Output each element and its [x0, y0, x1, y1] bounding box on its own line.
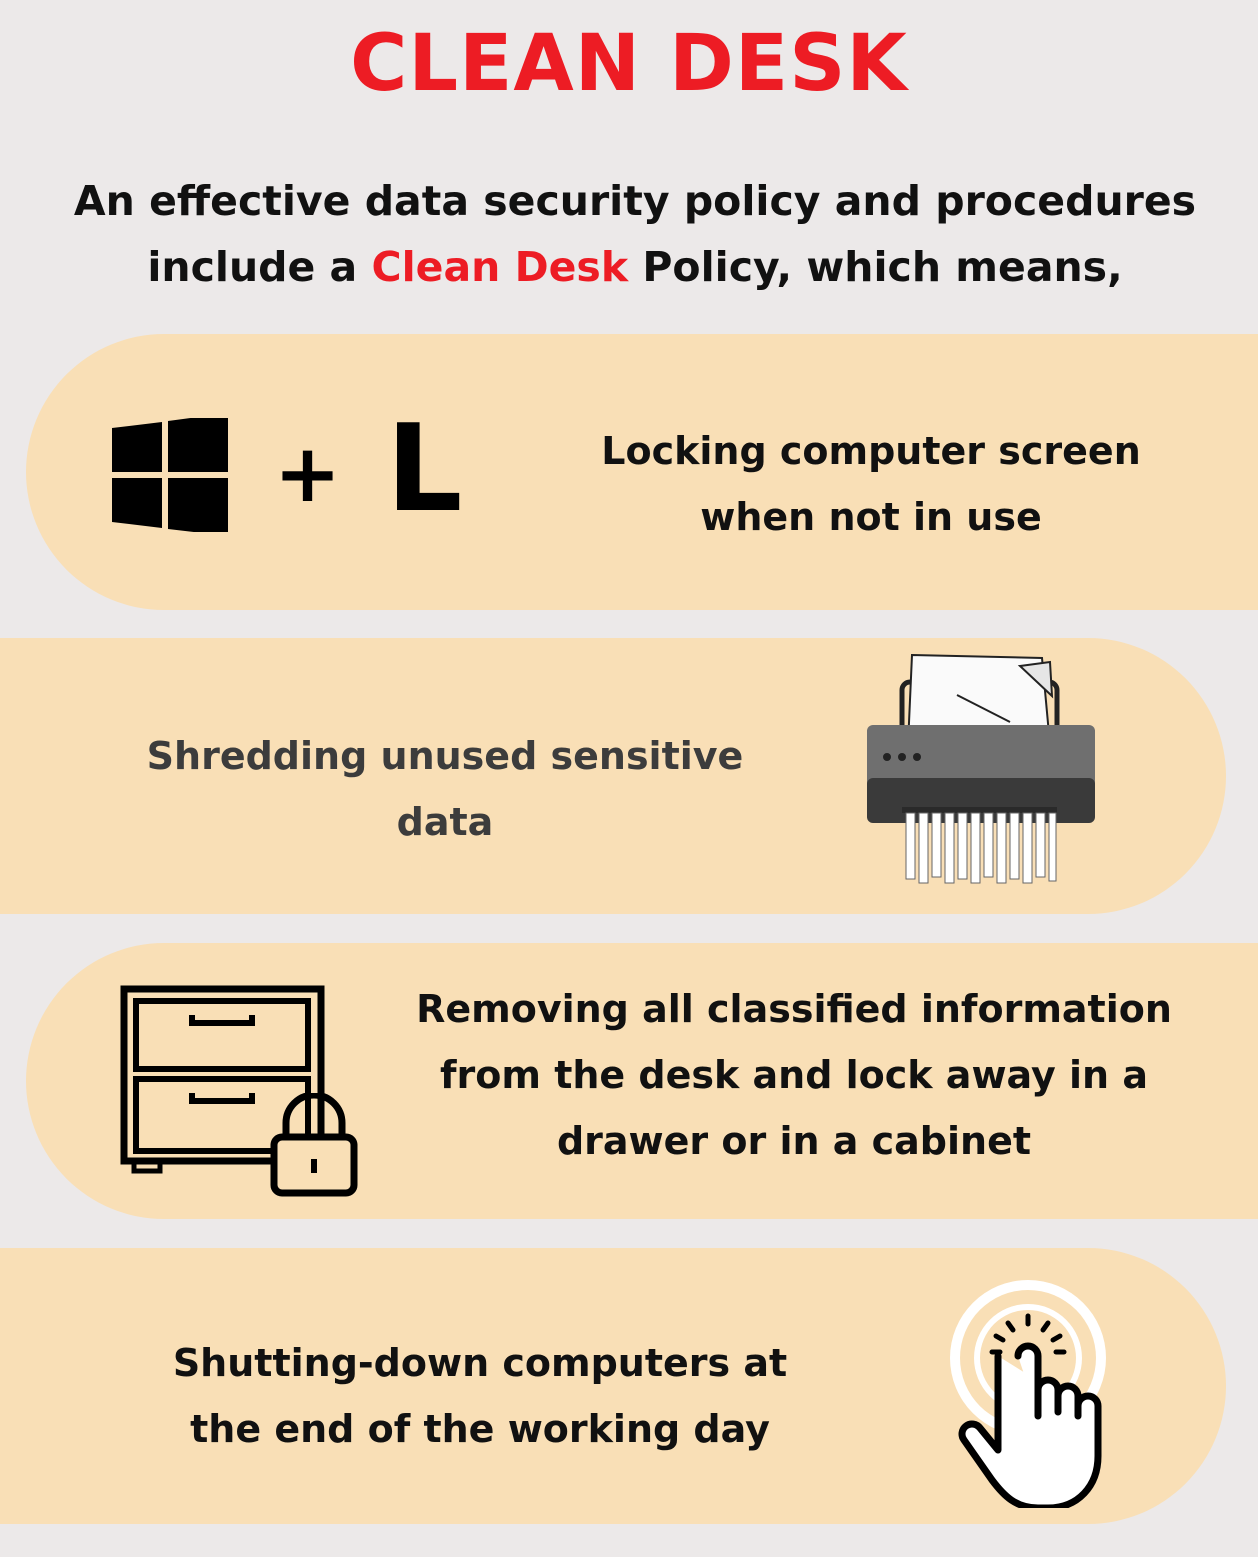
policy-item-lock-screen: + L Locking computer screen when not in …: [26, 334, 1258, 610]
policy-text: Removing all classified information from…: [394, 976, 1194, 1174]
policy-text-line: when not in use: [700, 495, 1042, 539]
letter-l-icon: L: [386, 400, 463, 539]
policy-item-shred: Shredding unused sensitive data: [0, 638, 1226, 914]
policy-text-line: from the desk and lock away in a: [440, 1053, 1148, 1097]
policy-text: Shutting-down computers at the end of th…: [130, 1330, 830, 1462]
page-title: CLEAN DESK: [350, 19, 908, 109]
policy-text: Locking computer screen when not in use: [571, 418, 1171, 550]
policy-text-line: drawer or in a cabinet: [556, 1119, 1032, 1163]
policy-item-shutdown: Shutting-down computers at the end of th…: [0, 1248, 1226, 1524]
policy-text-line: Shredding unused sensitive: [146, 734, 744, 778]
policy-text-line: data: [396, 800, 494, 844]
paper-shredder-icon: [867, 653, 1095, 884]
policy-text-line: Shutting-down computers at: [172, 1341, 788, 1385]
padlock-icon: [270, 1093, 358, 1197]
policy-item-lock-away: Removing all classified information from…: [26, 943, 1258, 1219]
policy-text: Shredding unused sensitive data: [120, 723, 770, 855]
policy-text-line: Removing all classified information: [416, 987, 1172, 1031]
intro-highlight: Clean Desk: [371, 243, 629, 291]
hand-click-icon: [950, 1280, 1106, 1508]
plus-icon: +: [274, 427, 342, 520]
intro-paragraph: An effective data security policy and pr…: [60, 168, 1210, 300]
policy-text-line: Locking computer screen: [601, 429, 1141, 473]
windows-logo-icon: [112, 418, 228, 532]
intro-text-after: Policy, which means,: [628, 243, 1123, 291]
policy-text-line: the end of the working day: [190, 1407, 770, 1451]
